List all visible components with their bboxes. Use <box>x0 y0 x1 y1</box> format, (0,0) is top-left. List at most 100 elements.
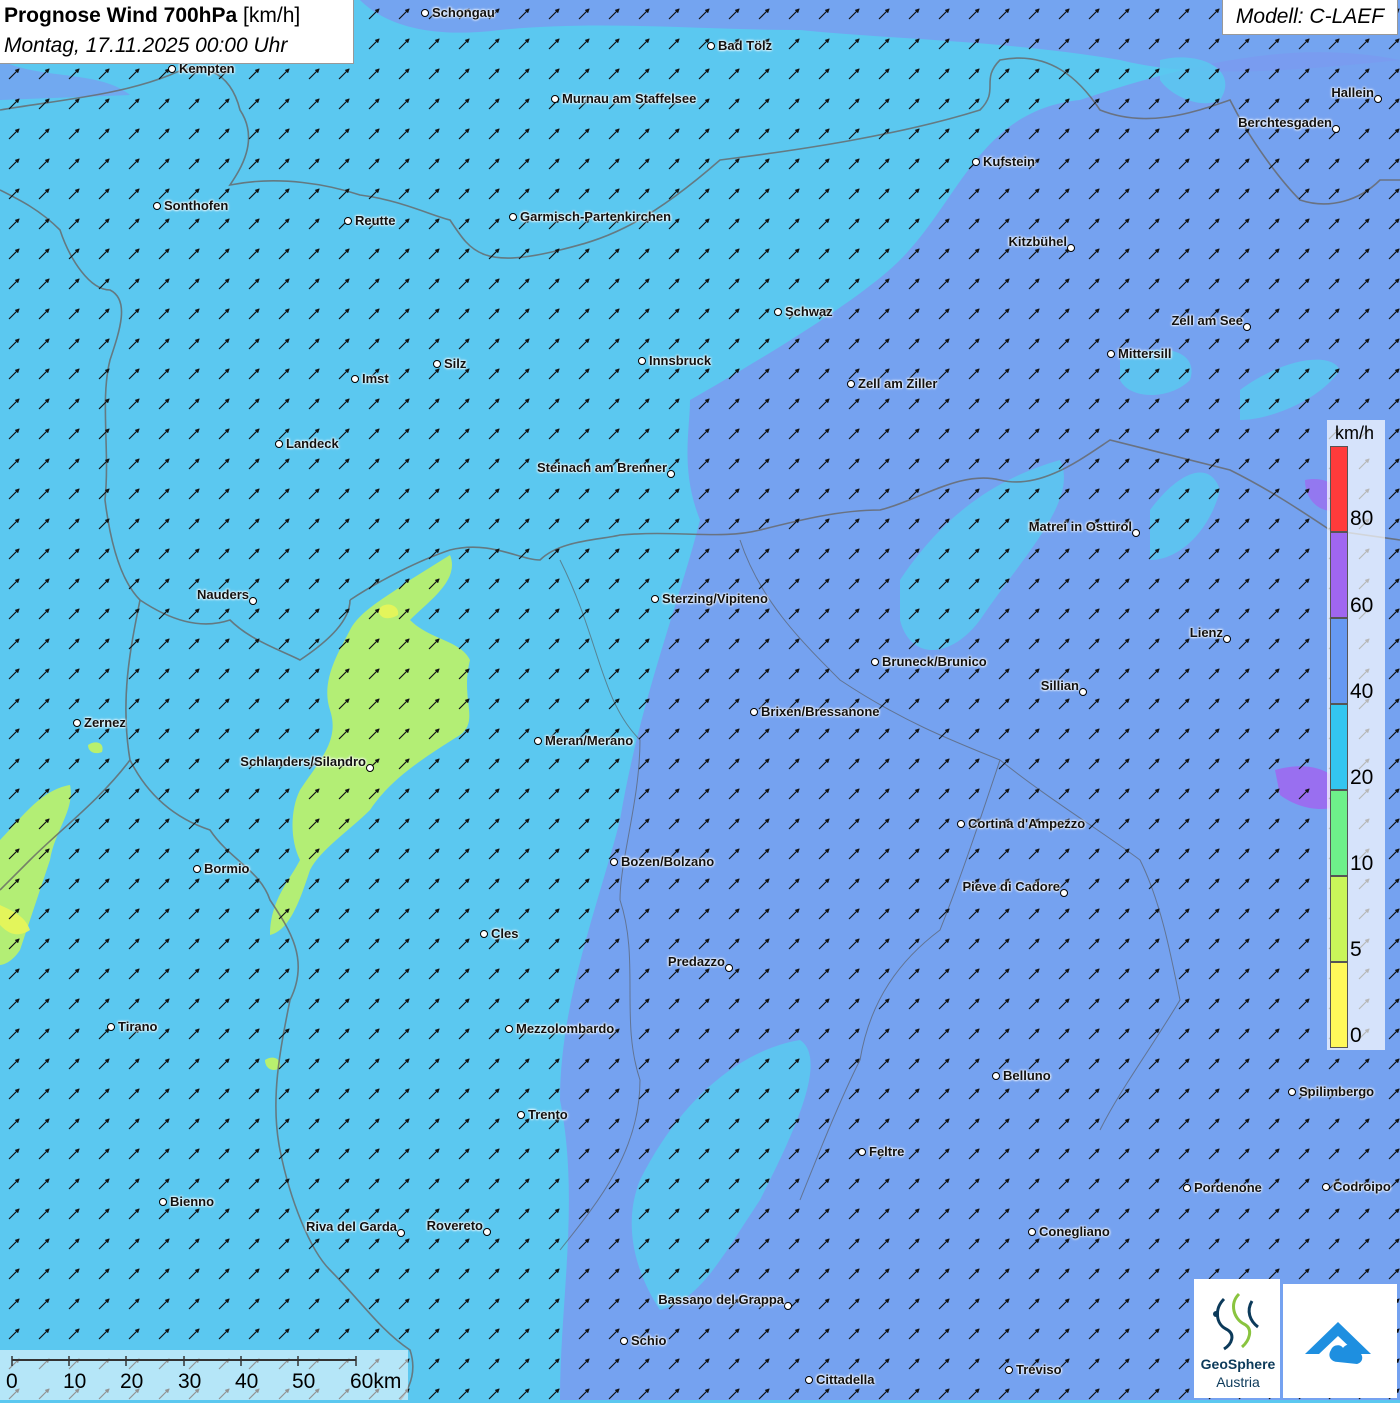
city-label: Nauders <box>196 587 249 602</box>
city-label: Lienz <box>1189 625 1223 640</box>
city-label: Kempten <box>179 61 235 76</box>
city-marker <box>1067 244 1075 252</box>
city-marker <box>1060 889 1068 897</box>
city-marker <box>480 930 488 938</box>
legend-value-label: 10 <box>1350 852 1374 875</box>
legend-value-label: 80 <box>1350 507 1374 530</box>
scale-label: 10 <box>63 1370 87 1393</box>
city-label: Mittersill <box>1118 346 1172 361</box>
city-label: Schlanders/Silandro <box>240 754 366 769</box>
city-label: Conegliano <box>1039 1224 1110 1239</box>
legend-value-label: 60 <box>1350 594 1374 617</box>
city-label: Bormio <box>204 861 250 876</box>
city-label: Kufstein <box>983 154 1035 169</box>
city-marker <box>784 1302 792 1310</box>
city-marker <box>397 1229 405 1237</box>
city-marker <box>517 1111 525 1119</box>
city-marker <box>153 202 161 210</box>
city-marker <box>750 708 758 716</box>
city-marker <box>168 65 176 73</box>
logo-name: GeoSphere <box>1200 1356 1276 1372</box>
city-marker <box>433 360 441 368</box>
city-marker <box>483 1228 491 1236</box>
scale-bar <box>0 1350 408 1400</box>
city-marker <box>193 865 201 873</box>
city-label: Garmisch-Partenkirchen <box>520 209 672 224</box>
scale-label: 20 <box>120 1370 144 1393</box>
legend-color-segment <box>1330 704 1348 790</box>
app-logo[interactable] <box>1283 1284 1397 1398</box>
city-label: Riva del Garda <box>305 1219 397 1234</box>
city-label: Bassano del Grappa <box>658 1292 784 1307</box>
scale-label: 0 <box>6 1370 18 1393</box>
city-label: Schwaz <box>785 304 833 319</box>
city-label: Codroipo <box>1333 1179 1391 1194</box>
city-label: Pordenone <box>1194 1180 1262 1195</box>
city-marker <box>551 95 559 103</box>
city-marker <box>534 737 542 745</box>
cloud-arrow-logo-icon <box>1305 1322 1371 1364</box>
city-label: Silz <box>444 356 467 371</box>
city-marker <box>847 380 855 388</box>
city-marker <box>249 597 257 605</box>
scale-label: 30 <box>178 1370 202 1393</box>
city-marker <box>1107 350 1115 358</box>
city-label: Sterzing/Vipiteno <box>662 591 768 606</box>
city-marker <box>73 719 81 727</box>
city-label: Imst <box>362 371 389 386</box>
city-marker <box>275 440 283 448</box>
city-marker <box>351 375 359 383</box>
city-marker <box>1183 1184 1191 1192</box>
geosphere-logo-icon <box>1213 1292 1259 1351</box>
city-marker <box>1322 1183 1330 1191</box>
city-marker <box>774 308 782 316</box>
city-marker <box>1132 529 1140 537</box>
city-label: Bienno <box>170 1194 215 1209</box>
city-marker <box>667 470 675 478</box>
logo-country: Austria <box>1216 1374 1260 1390</box>
city-label: Brixen/Bressanone <box>761 704 880 719</box>
city-label: Trento <box>528 1107 568 1122</box>
city-label: Reutte <box>355 213 396 228</box>
city-label: Kitzbühel <box>1008 234 1068 249</box>
city-label: Bad Tölz <box>718 38 773 53</box>
city-marker <box>871 658 879 666</box>
city-label: Belluno <box>1003 1068 1051 1083</box>
city-label: Zell am Ziller <box>858 376 938 391</box>
legend-color-segment <box>1330 532 1348 618</box>
city-label: Rovereto <box>426 1218 483 1233</box>
legend-value-label: 20 <box>1350 766 1374 789</box>
city-label: Mezzolombardo <box>516 1021 615 1036</box>
city-marker <box>610 858 618 866</box>
city-label: Berchtesgaden <box>1238 115 1332 130</box>
scale-label: 60km <box>350 1370 402 1393</box>
city-marker <box>159 1198 167 1206</box>
city-label: Cortina d'Ampezzo <box>968 816 1086 831</box>
city-label: Landeck <box>286 436 339 451</box>
city-marker <box>1288 1088 1296 1096</box>
city-marker <box>344 217 352 225</box>
city-marker <box>1243 323 1251 331</box>
city-marker <box>509 213 517 221</box>
city-label: Sonthofen <box>164 198 229 213</box>
city-marker <box>1374 95 1382 103</box>
map-title: Prognose Wind 700hPa [km/h] <box>4 4 301 27</box>
city-marker <box>1223 635 1231 643</box>
city-label: Steinach am Brenner <box>536 460 667 475</box>
city-label: Innsbruck <box>649 353 712 368</box>
city-marker <box>1005 1366 1013 1374</box>
legend-unit: km/h <box>1335 423 1375 443</box>
city-label: Spilimbergo <box>1299 1084 1375 1099</box>
legend-color-segment <box>1330 618 1348 704</box>
legend-color-segment <box>1330 876 1348 962</box>
model-label: Modell: C-LAEF <box>1222 0 1398 35</box>
city-marker <box>858 1148 866 1156</box>
city-label: Cittadella <box>816 1372 875 1387</box>
city-marker <box>992 1072 1000 1080</box>
city-marker <box>366 764 374 772</box>
forecast-date: Montag, 17.11.2025 00:00 Uhr <box>4 34 288 57</box>
city-label: Predazzo <box>667 954 725 969</box>
title-box: Prognose Wind 700hPa [km/h] Montag, 17.1… <box>0 0 354 64</box>
city-label: Feltre <box>869 1144 905 1159</box>
city-label: Zernez <box>84 715 126 730</box>
